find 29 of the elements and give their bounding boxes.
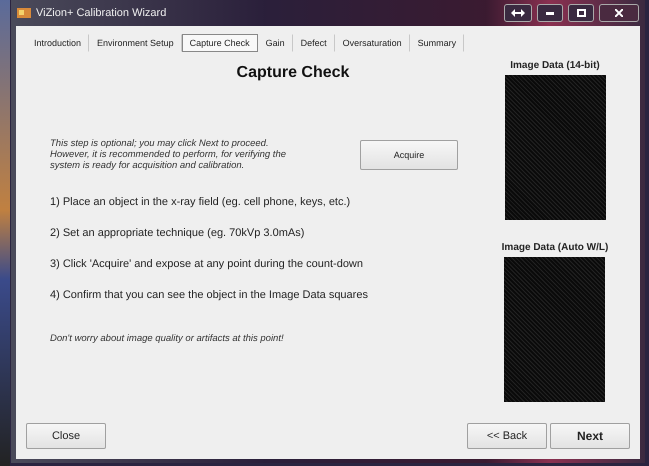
app-icon bbox=[17, 7, 31, 19]
close-icon bbox=[615, 9, 623, 17]
next-button[interactable]: Next bbox=[550, 423, 630, 449]
wizard-tab[interactable]: Defect bbox=[292, 34, 335, 52]
wizard-tab[interactable]: Summary bbox=[410, 34, 464, 52]
acquire-button[interactable]: Acquire bbox=[360, 140, 458, 170]
wizard-tab[interactable]: Oversaturation bbox=[334, 34, 410, 52]
minimize-button[interactable] bbox=[537, 4, 563, 22]
window-title: ViZion+ Calibration Wizard bbox=[36, 7, 166, 19]
close-button[interactable] bbox=[599, 4, 639, 22]
double-arrow-icon bbox=[511, 9, 525, 17]
instruction-step: 4) Confirm that you can see the object in the Image Data squares bbox=[50, 289, 480, 301]
note-text: Don't worry about image quality or artifacts at this point! bbox=[50, 333, 285, 344]
intro-text: This step is optional; you may click Next to proceed. However, it is recommended to perform, for verifying the system is ready for acquisition and calibration. bbox=[50, 138, 288, 171]
image-panel-label: Image Data (14-bit) bbox=[510, 60, 600, 71]
maximize-button[interactable] bbox=[568, 4, 594, 22]
wizard-tab[interactable]: Gain bbox=[258, 34, 293, 52]
minimize-icon bbox=[546, 12, 554, 14]
maximize-icon bbox=[576, 9, 586, 17]
back-button[interactable]: << Back bbox=[467, 423, 547, 449]
close-dialog-button[interactable]: Close bbox=[26, 423, 106, 449]
wizard-tab[interactable]: Capture Check bbox=[182, 34, 258, 52]
instruction-step: 1) Place an object in the x-ray field (eg. cell phone, keys, etc.) bbox=[50, 196, 480, 208]
resize-button[interactable] bbox=[504, 4, 532, 22]
page-heading: Capture Check bbox=[236, 64, 350, 82]
image-panel-label: Image Data (Auto W/L) bbox=[502, 242, 608, 253]
instruction-step: 3) Click 'Acquire' and expose at any point during the count-down bbox=[50, 258, 480, 270]
wizard-tab[interactable]: Introduction bbox=[26, 34, 90, 52]
instruction-step: 2) Set an appropriate technique (eg. 70kVp 3.0mAs) bbox=[50, 227, 480, 239]
